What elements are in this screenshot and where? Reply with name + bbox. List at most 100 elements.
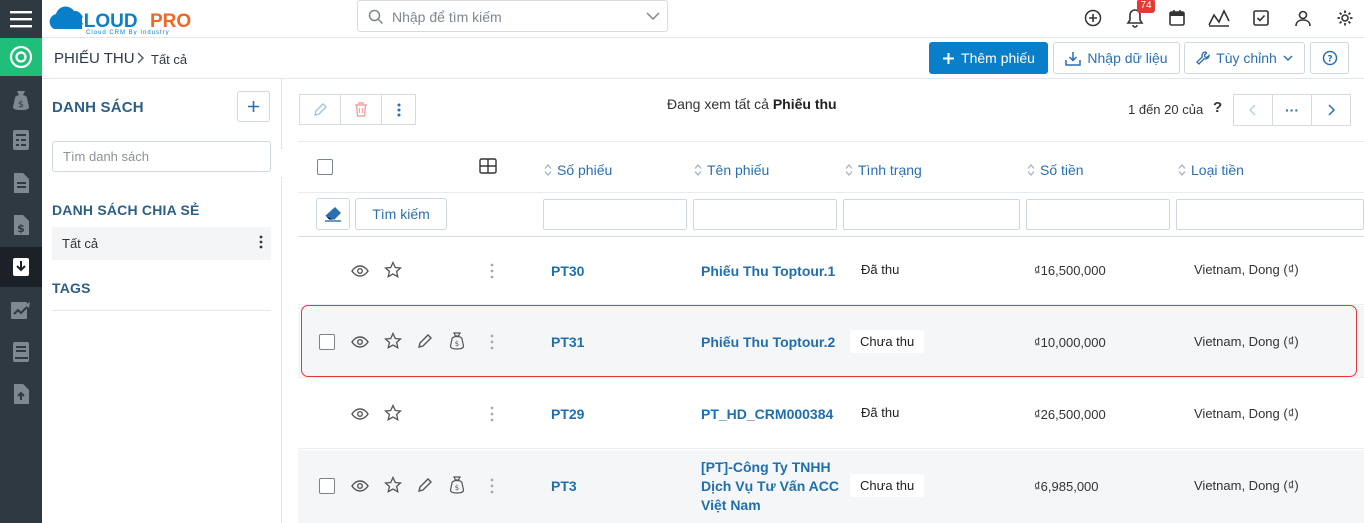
invoice-icon[interactable]: $ (0, 205, 42, 245)
pager-total-unknown[interactable]: ? (1213, 99, 1222, 116)
add-receipt-button[interactable]: Thêm phiếu (929, 42, 1048, 74)
customize-button[interactable]: Tùy chỉnh (1184, 42, 1305, 74)
search-button[interactable]: Tìm kiếm (355, 198, 447, 230)
column-header-name[interactable]: Tên phiếu (694, 162, 769, 178)
star-icon[interactable] (383, 260, 403, 280)
task-checkbox-icon[interactable] (1250, 7, 1272, 29)
svg-text:$: $ (455, 484, 459, 492)
column-header-amount[interactable]: Số tiền (1027, 162, 1084, 178)
gear-icon[interactable] (1334, 7, 1356, 29)
svg-text:PRO: PRO (150, 11, 191, 32)
receipt-number-link[interactable]: PT29 (551, 406, 584, 422)
search-input[interactable]: Nhập để tìm kiếm (392, 9, 502, 25)
list-sidebar: DANH SÁCH Tìm danh sách DANH SÁCH CHIA S… (42, 79, 282, 523)
top-header: CLOUD PRO Cloud CRM By Industry Nhập để … (42, 0, 1364, 38)
book-icon[interactable] (0, 332, 42, 372)
chevron-down-icon[interactable] (646, 12, 660, 21)
more-actions-button[interactable] (381, 94, 416, 125)
svg-text:CLOUD: CLOUD (70, 11, 138, 32)
svg-text:Cloud CRM By Industry: Cloud CRM By Industry (86, 30, 170, 35)
pager-range: 1 đến 20 của (1128, 102, 1204, 117)
search-icon (368, 9, 384, 25)
user-icon[interactable] (1292, 7, 1314, 29)
money-bag-icon[interactable]: $ (0, 80, 42, 120)
sort-icon (1178, 164, 1186, 176)
amount-value: ₫16,500,000 (1034, 263, 1106, 278)
edit-button[interactable] (299, 94, 341, 125)
filter-amount-input[interactable] (1026, 199, 1170, 230)
more-vertical-icon[interactable] (482, 476, 502, 496)
column-layout-icon[interactable] (479, 158, 497, 174)
svg-text:?: ? (1327, 55, 1332, 65)
add-list-button[interactable] (237, 91, 270, 122)
import-data-button[interactable]: Nhập dữ liệu (1053, 42, 1180, 74)
global-search[interactable]: Nhập để tìm kiếm (357, 0, 668, 32)
table-header: Số phiếu Tên phiếu Tình trạng Số tiền Lo… (298, 141, 1364, 193)
plus-icon (942, 52, 955, 65)
receipt-download-icon[interactable] (0, 247, 42, 287)
more-vertical-icon[interactable] (482, 404, 502, 424)
next-page-button[interactable] (1311, 94, 1351, 126)
document-icon[interactable] (0, 163, 42, 203)
eye-icon[interactable] (350, 476, 370, 496)
status-badge: Đã thu (861, 405, 900, 420)
amount-value: ₫6,985,000 (1034, 479, 1099, 494)
filter-status-input[interactable] (843, 199, 1020, 230)
receipt-name-link[interactable]: [PT]-Công Ty TNHH Dịch Vụ Tư Vấn ACC Việ… (701, 458, 839, 515)
status-badge: Đã thu (861, 262, 900, 277)
calendar-icon[interactable] (1166, 7, 1188, 29)
home-icon[interactable] (0, 38, 42, 76)
eye-icon[interactable] (350, 261, 370, 281)
eraser-icon (324, 207, 341, 222)
row-checkbox[interactable] (319, 478, 335, 494)
chevron-right-icon (136, 52, 144, 64)
table-row[interactable]: PT29 PT_HD_CRM000384 Đã thu ₫26,500,000 … (298, 379, 1364, 449)
svg-text:$: $ (17, 222, 25, 235)
select-all-checkbox[interactable] (317, 159, 333, 175)
column-header-currency[interactable]: Loại tiền (1178, 162, 1244, 178)
receipt-number-link[interactable]: PT3 (551, 478, 577, 494)
help-button[interactable]: ? (1310, 42, 1349, 74)
chevron-down-icon (1283, 55, 1293, 62)
tags-title: TAGS (52, 280, 91, 296)
currency-value: Vietnam, Dong (₫) (1194, 406, 1299, 421)
analytics-icon[interactable] (1208, 7, 1230, 29)
brand-logo[interactable]: CLOUD PRO Cloud CRM By Industry (48, 3, 208, 35)
column-header-status[interactable]: Tình trạng (845, 162, 922, 178)
receipt-number-link[interactable]: PT30 (551, 263, 584, 279)
add-circle-icon[interactable] (1082, 7, 1104, 29)
receipt-name-link[interactable]: Phiếu Thu Toptour.1 (701, 263, 835, 279)
money-bag-icon[interactable]: $ (447, 475, 467, 495)
eye-icon[interactable] (350, 404, 370, 424)
list-search-input[interactable]: Tìm danh sách (52, 141, 271, 172)
menu-icon[interactable] (0, 0, 42, 38)
receipt-name-link[interactable]: PT_HD_CRM000384 (701, 406, 833, 422)
breadcrumb[interactable]: Tất cả (151, 52, 187, 67)
currency-value: Vietnam, Dong (₫) (1194, 478, 1299, 493)
divider (52, 310, 271, 311)
filter-name-input[interactable] (693, 199, 837, 230)
more-vertical-icon[interactable] (482, 261, 502, 281)
star-icon[interactable] (383, 475, 403, 495)
table-row[interactable]: PT30 Phiếu Thu Toptour.1 Đã thu ₫16,500,… (298, 237, 1364, 305)
list-item-label: Tất cả (62, 236, 99, 251)
shared-list-item-all[interactable]: Tất cả (52, 227, 271, 260)
filter-currency-input[interactable] (1176, 199, 1364, 230)
ledger-icon[interactable] (0, 120, 42, 160)
star-icon[interactable] (383, 403, 403, 423)
module-title[interactable]: PHIẾU THU (54, 50, 135, 67)
report-icon[interactable] (0, 290, 42, 330)
table-row[interactable]: $ PT3 [PT]-Công Ty TNHH Dịch Vụ Tư Vấn A… (298, 450, 1364, 523)
pencil-icon[interactable] (415, 475, 435, 495)
more-vertical-icon[interactable] (259, 235, 263, 249)
column-header-number[interactable]: Số phiếu (544, 162, 612, 178)
upload-document-icon[interactable] (0, 374, 42, 414)
delete-button[interactable] (340, 94, 382, 125)
page-more-button[interactable]: ··· (1272, 94, 1312, 126)
filter-number-input[interactable] (543, 199, 687, 230)
notification-badge: 74 (1137, 0, 1155, 13)
previous-page-button[interactable] (1233, 94, 1273, 126)
highlight-annotation (301, 305, 1357, 377)
list-view: Đang xem tất cả Phiếu thu 1 đến 20 của ?… (282, 79, 1364, 523)
clear-filter-button[interactable] (316, 198, 350, 230)
